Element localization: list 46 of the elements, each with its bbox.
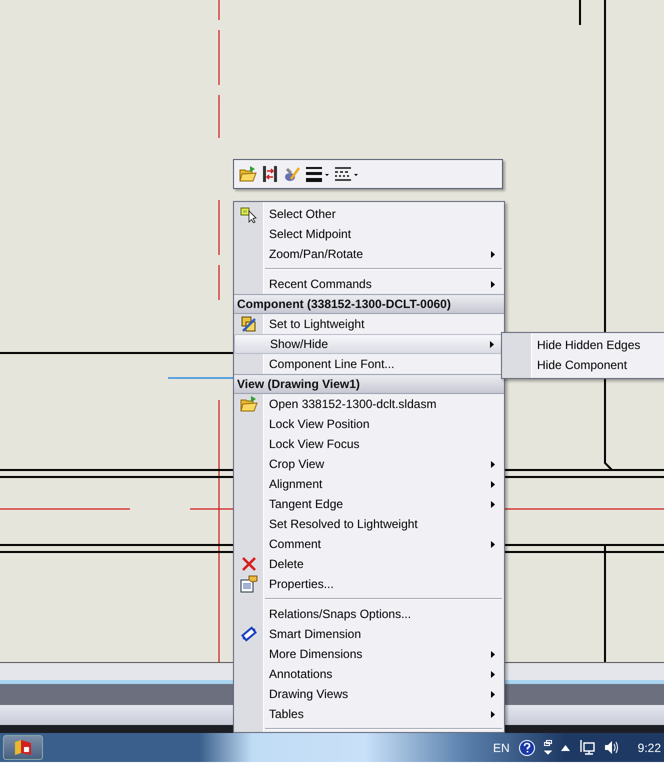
window-restore-icon[interactable] — [544, 740, 552, 756]
menu-item[interactable]: Crop View — [234, 454, 504, 474]
menu-item[interactable]: Select Midpoint — [234, 224, 504, 244]
swap-arrows-icon[interactable] — [262, 165, 278, 183]
select-pointer-icon — [240, 205, 258, 223]
menu-icon-gutter — [502, 333, 532, 378]
menu-item[interactable]: Zoom/Pan/Rotate — [234, 244, 504, 264]
delete-icon — [241, 556, 257, 572]
help-icon[interactable] — [518, 740, 535, 756]
show-hidden-icons-icon[interactable] — [560, 744, 570, 750]
network-icon[interactable] — [578, 740, 595, 755]
menu-item[interactable]: Open 338152-1300-dclt.sldasm — [234, 394, 504, 414]
menu-item[interactable]: Tangent Edge — [234, 494, 504, 514]
folder-icon[interactable] — [239, 165, 257, 183]
menu-item[interactable]: Drawing Views — [234, 684, 504, 704]
folder-icon — [240, 395, 258, 413]
app-logo-icon — [13, 738, 33, 756]
language-indicator[interactable]: EN — [492, 740, 510, 754]
line-thickness-icon[interactable] — [306, 166, 330, 182]
menu-item[interactable]: Properties... — [234, 574, 504, 594]
menu-item[interactable]: Hide Hidden Edges — [502, 335, 664, 355]
lightweight-icon — [240, 315, 258, 333]
menu-item[interactable]: Lock View Focus — [234, 434, 504, 454]
clock[interactable]: 9:22 — [638, 740, 661, 754]
menu-item[interactable]: Component Line Font... — [234, 354, 504, 374]
menu-item[interactable]: Delete — [234, 554, 504, 574]
menu-item[interactable]: Show/Hide — [234, 334, 504, 354]
menu-item[interactable]: Alignment — [234, 474, 504, 494]
taskbar-app-button[interactable] — [3, 735, 43, 760]
menu-section-header: Component (338152-1300-DCLT-0060) — [234, 294, 504, 314]
menu-item[interactable]: Comment — [234, 534, 504, 554]
menu-item[interactable]: Recent Commands — [234, 274, 504, 294]
speaker-icon[interactable] — [604, 740, 619, 755]
paint-brush-icon[interactable] — [283, 165, 301, 183]
menu-item[interactable]: Set Resolved to Lightweight — [234, 514, 504, 534]
menu-item[interactable]: Smart Dimension — [234, 624, 504, 644]
menu-item[interactable]: Annotations — [234, 664, 504, 684]
menu-item[interactable]: Lock View Position — [234, 414, 504, 434]
menu-item[interactable]: Hide Component — [502, 355, 664, 375]
properties-icon — [240, 575, 258, 593]
menu-item[interactable]: More Dimensions — [234, 644, 504, 664]
menu-item[interactable]: Relations/Snaps Options... — [234, 604, 504, 624]
menu-item[interactable]: Select Other — [234, 204, 504, 224]
menu-item[interactable]: Set to Lightweight — [234, 314, 504, 334]
line-style-icon[interactable] — [335, 166, 359, 182]
menu-section-header: View (Drawing View1) — [234, 374, 504, 394]
